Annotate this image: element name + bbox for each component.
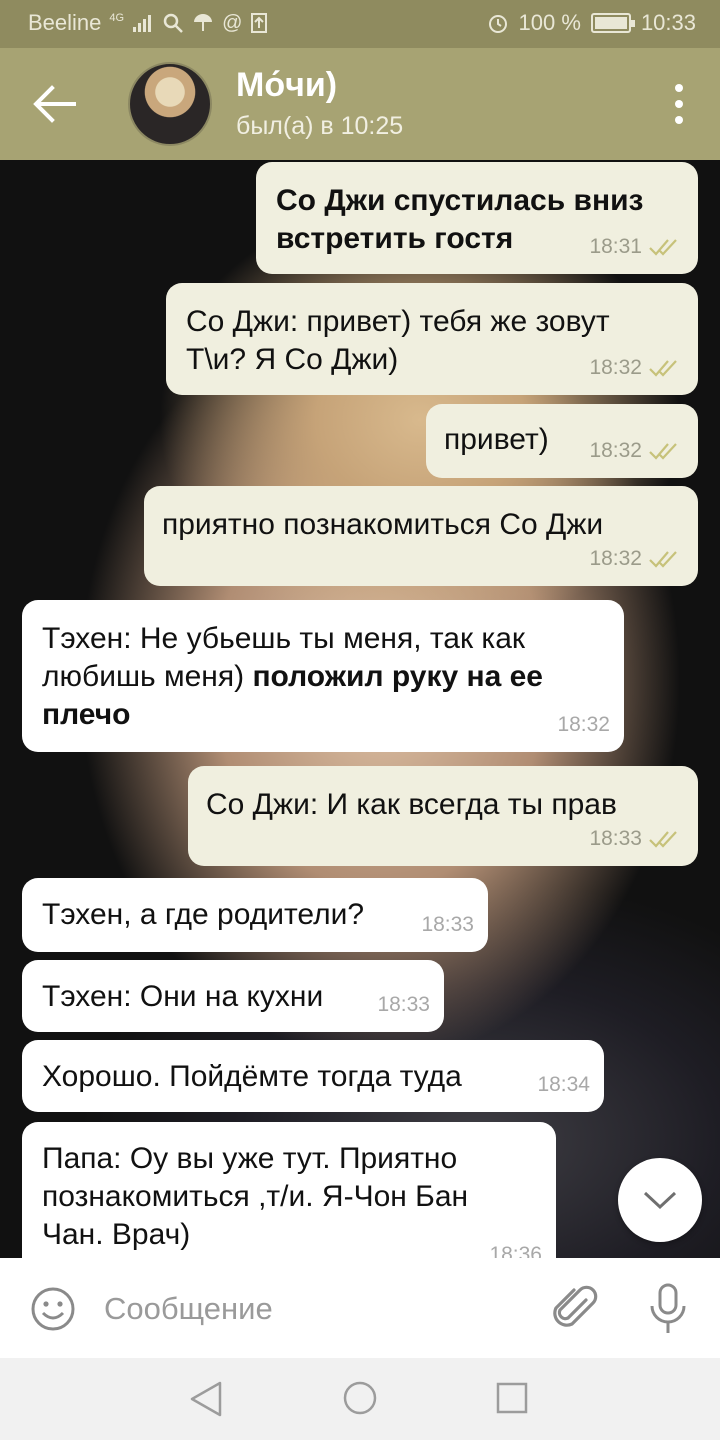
- search-icon: [163, 13, 183, 33]
- nav-home-icon[interactable]: [342, 1380, 378, 1416]
- message-list[interactable]: Со Джи спустилась вниз встретить гостя 1…: [0, 160, 720, 1258]
- alarm-icon: [488, 15, 507, 33]
- message-time: 18:32: [557, 713, 610, 736]
- message-input[interactable]: [104, 1286, 524, 1332]
- last-seen-status: был(а) в 10:25: [236, 112, 404, 140]
- message-bubble[interactable]: Папа: Оу вы уже тут. Приятно познакомить…: [22, 1122, 556, 1258]
- paperclip-icon[interactable]: [552, 1284, 600, 1334]
- scroll-to-bottom-button[interactable]: [618, 1158, 702, 1242]
- message-time: 18:32: [589, 356, 642, 379]
- message-bubble[interactable]: Хорошо. Пойдёмте тогда туда 18:34: [22, 1040, 604, 1112]
- network-type: 4G: [109, 12, 125, 24]
- message-bubble[interactable]: Тэхен, а где родители? 18:33: [22, 878, 488, 952]
- message-bubble[interactable]: Со Джи: И как всегда ты прав 18:33: [188, 766, 698, 866]
- message-bubble[interactable]: Со Джи: привет) тебя же зовут Т\и? Я Со …: [166, 283, 698, 395]
- more-vertical-icon[interactable]: [672, 84, 686, 124]
- message-text: Хорошо. Пойдёмте тогда туда: [42, 1060, 462, 1093]
- umbrella-icon: [194, 14, 213, 31]
- chevron-down-icon: [643, 1191, 677, 1210]
- double-check-icon: [649, 360, 677, 377]
- message-bubble[interactable]: Тэхен: Они на кухни 18:33: [22, 960, 444, 1032]
- battery-percent: 100 %: [518, 10, 581, 35]
- nav-back-icon[interactable]: [188, 1380, 224, 1418]
- status-bar: Beeline 4G @ 100 % 10:33: [0, 0, 720, 48]
- message-time: 18:33: [421, 913, 474, 936]
- message-bubble[interactable]: привет) 18:32: [426, 404, 698, 478]
- double-check-icon: [649, 551, 677, 568]
- signal-icon: [133, 15, 152, 32]
- message-time: 18:33: [589, 827, 642, 850]
- message-time: 18:32: [589, 439, 642, 462]
- carrier-name: Beeline: [28, 10, 102, 35]
- message-text: Тэхен: Не убьешь ты меня, так как любишь…: [42, 622, 543, 731]
- message-time: 18:33: [377, 993, 430, 1016]
- chat-header: Мо́чи) был(а) в 10:25: [0, 48, 720, 160]
- upload-icon: [251, 13, 268, 33]
- battery-icon: [590, 13, 635, 33]
- message-time: 18:31: [589, 235, 642, 258]
- microphone-icon[interactable]: [646, 1282, 690, 1336]
- at-icon: @: [222, 12, 243, 34]
- double-check-icon: [649, 831, 677, 848]
- back-arrow-icon[interactable]: [30, 82, 80, 126]
- system-navigation-bar: [0, 1358, 720, 1440]
- nav-recent-apps-icon[interactable]: [496, 1382, 528, 1414]
- double-check-icon: [649, 239, 677, 256]
- message-bubble[interactable]: Тэхен: Не убьешь ты меня, так как любишь…: [22, 600, 624, 752]
- status-time: 10:33: [640, 10, 696, 35]
- message-composer: [0, 1258, 720, 1358]
- double-check-icon: [649, 443, 677, 460]
- contact-avatar[interactable]: [128, 62, 212, 146]
- message-bubble[interactable]: Со Джи спустилась вниз встретить гостя 1…: [256, 162, 698, 274]
- message-bubble[interactable]: приятно познакомиться Со Джи 18:32: [144, 486, 698, 586]
- message-text: Папа: Оу вы уже тут. Приятно познакомить…: [42, 1142, 469, 1251]
- contact-name[interactable]: Мо́чи): [236, 66, 337, 105]
- message-time: 18:36: [489, 1243, 542, 1258]
- message-text: Со Джи: И как всегда ты прав: [206, 788, 617, 821]
- smiley-icon[interactable]: [30, 1286, 76, 1332]
- message-time: 18:34: [537, 1073, 590, 1096]
- message-text: приятно познакомиться Со Джи: [162, 508, 604, 541]
- message-time: 18:32: [589, 547, 642, 570]
